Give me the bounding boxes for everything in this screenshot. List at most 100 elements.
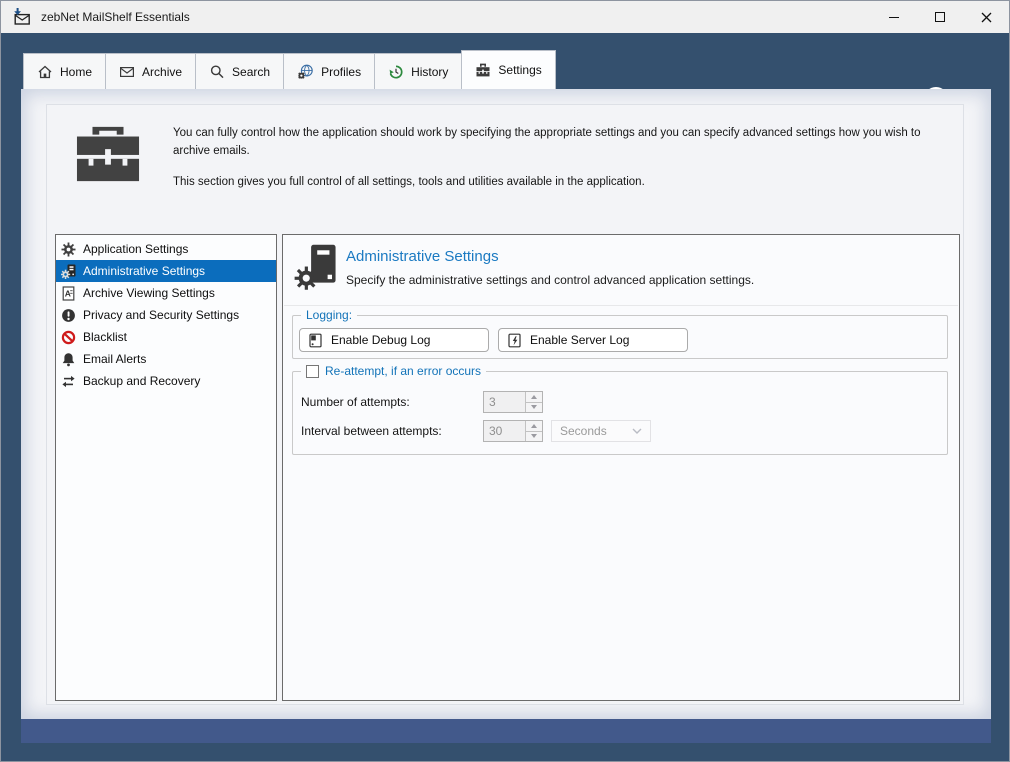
intro-paragraph-1: You can fully control how the applicatio… — [173, 127, 921, 157]
bell-icon — [62, 352, 75, 366]
logging-legend: Logging: — [301, 308, 358, 323]
settings-card: You can fully control how the applicatio… — [46, 104, 964, 705]
tab-search[interactable]: Search — [195, 53, 285, 89]
server-gear-icon — [61, 264, 76, 279]
chevron-down-icon — [632, 428, 642, 434]
block-icon — [61, 330, 76, 344]
spin-up-button[interactable] — [526, 392, 542, 402]
app-icon — [14, 8, 30, 25]
divider — [284, 305, 958, 306]
sidebar-item-label: Blacklist — [83, 330, 128, 344]
close-icon — [981, 12, 991, 22]
title-bar: zebNet MailShelf Essentials — [1, 1, 1009, 33]
attempts-spinner[interactable]: 3 — [483, 391, 543, 413]
sidebar-item-label: Archive Viewing Settings — [83, 286, 215, 300]
button-label: Enable Debug Log — [331, 333, 431, 347]
arrow-down-icon — [531, 405, 537, 410]
sidebar-item-label: Backup and Recovery — [83, 374, 201, 388]
exclamation-circle-icon — [62, 308, 75, 322]
home-icon — [38, 65, 52, 78]
admin-settings-icon — [294, 244, 336, 290]
gear-icon — [61, 242, 76, 256]
logging-group: Logging: Enable Debug Log Enable Server … — [292, 308, 948, 359]
settings-category-list: Application Settings Administrative Sett… — [55, 234, 277, 701]
tab-label: History — [411, 64, 449, 79]
tab-home[interactable]: Home — [23, 53, 107, 89]
page-background: You can fully control how the applicatio… — [21, 89, 991, 743]
tab-history[interactable]: History — [374, 53, 463, 89]
sidebar-item-label: Administrative Settings — [83, 264, 206, 278]
page: You can fully control how the applicatio… — [21, 89, 991, 719]
sidebar-item-label: Application Settings — [83, 242, 189, 256]
sidebar-item-label: Email Alerts — [83, 352, 147, 366]
spin-down-button[interactable] — [526, 401, 542, 412]
sidebar-item-application-settings[interactable]: Application Settings — [56, 238, 276, 260]
reattempt-group: Re-attempt, if an error occurs Number of… — [292, 364, 948, 455]
panel-subtitle: Specify the administrative settings and … — [346, 273, 755, 287]
panel-title: Administrative Settings — [346, 248, 499, 265]
globe-gear-icon — [298, 64, 313, 79]
maximize-icon — [935, 12, 945, 22]
reattempt-checkbox[interactable] — [306, 365, 319, 378]
spin-down-button[interactable] — [526, 430, 542, 441]
svg-text:A: A — [65, 288, 71, 298]
intro-text: You can fully control how the applicatio… — [173, 125, 947, 204]
window-controls — [871, 1, 1009, 33]
swap-arrows-icon — [62, 375, 75, 387]
spinner-buttons — [525, 421, 542, 441]
sidebar-item-label: Privacy and Security Settings — [83, 308, 240, 322]
logging-buttons: Enable Debug Log Enable Server Log — [299, 328, 688, 352]
tab-profiles[interactable]: Profiles — [283, 53, 376, 89]
tab-label: Home — [60, 64, 93, 79]
search-icon — [210, 65, 224, 78]
attempts-row: Number of attempts: 3 — [301, 391, 543, 413]
sidebar-item-email-alerts[interactable]: Email Alerts — [56, 348, 276, 370]
minimize-icon — [889, 16, 899, 18]
spinner-buttons — [525, 392, 542, 412]
interval-unit-select[interactable]: Seconds — [551, 420, 651, 442]
interval-value: 30 — [489, 424, 503, 438]
tab-bar: Home Archive Search Profiles History Set… — [23, 50, 556, 89]
sidebar-item-blacklist[interactable]: Blacklist — [56, 326, 276, 348]
sidebar-item-privacy-and-security-settings[interactable]: Privacy and Security Settings — [56, 304, 276, 326]
reattempt-legend: Re-attempt, if an error occurs — [301, 364, 487, 379]
app-window: zebNet MailShelf Essentials Home Archive… — [0, 0, 1010, 762]
minimize-button[interactable] — [871, 1, 917, 33]
reattempt-legend-label: Re-attempt, if an error occurs — [325, 364, 482, 378]
sidebar-item-administrative-settings[interactable]: Administrative Settings — [56, 260, 276, 282]
server-log-icon — [508, 333, 521, 347]
arrow-down-icon — [531, 434, 537, 439]
interval-unit-value: Seconds — [560, 424, 607, 438]
button-label: Enable Server Log — [530, 333, 630, 347]
toolbox-large-icon — [76, 126, 140, 182]
enable-debug-log-button[interactable]: Enable Debug Log — [299, 328, 489, 352]
window-title: zebNet MailShelf Essentials — [41, 10, 190, 24]
tab-label: Profiles — [321, 64, 362, 79]
settings-detail-panel: Administrative Settings Specify the admi… — [282, 234, 960, 701]
attempts-label: Number of attempts: — [301, 395, 410, 409]
attempts-value: 3 — [489, 395, 496, 409]
arrow-up-icon — [531, 423, 537, 428]
history-icon — [389, 64, 403, 79]
interval-row: Interval between attempts: 30 Seconds — [301, 420, 651, 442]
toolbox-icon — [476, 63, 490, 77]
tab-label: Settings — [498, 63, 542, 77]
ribbon-band: Home Archive Search Profiles History Set… — [1, 33, 1009, 111]
sidebar-item-archive-viewing-settings[interactable]: A Archive Viewing Settings — [56, 282, 276, 304]
interval-label: Interval between attempts: — [301, 424, 442, 438]
tab-settings[interactable]: Settings — [461, 50, 556, 89]
intro-paragraph-2: This section gives you full control of a… — [173, 175, 645, 188]
tab-archive[interactable]: Archive — [105, 53, 197, 89]
document-a-icon: A — [62, 285, 75, 301]
close-button[interactable] — [963, 1, 1009, 33]
tab-label: Search — [232, 64, 271, 79]
arrow-up-icon — [531, 394, 537, 399]
tab-label: Archive — [142, 64, 183, 79]
envelope-icon — [120, 66, 135, 77]
enable-server-log-button[interactable]: Enable Server Log — [498, 328, 688, 352]
spin-up-button[interactable] — [526, 421, 542, 431]
maximize-button[interactable] — [917, 1, 963, 33]
debug-log-icon — [309, 333, 322, 347]
sidebar-item-backup-and-recovery[interactable]: Backup and Recovery — [56, 370, 276, 392]
interval-spinner[interactable]: 30 — [483, 420, 543, 442]
